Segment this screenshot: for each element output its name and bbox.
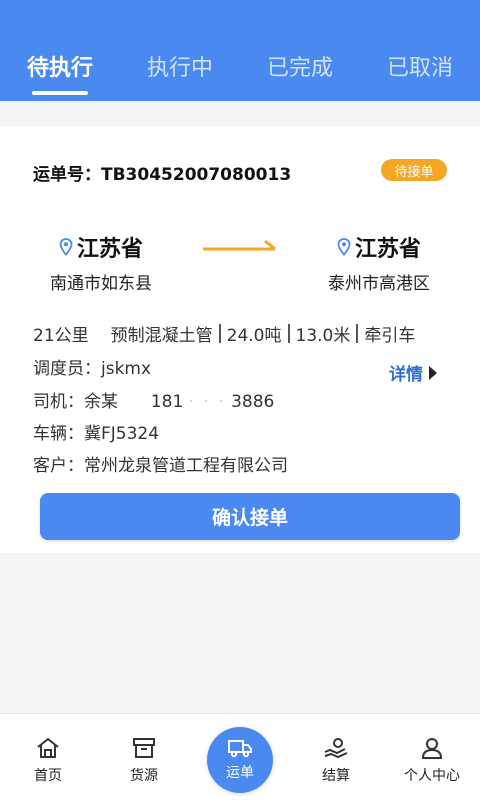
nav-settlement-label: 结算 [322,768,350,784]
tab-in-progress[interactable]: 执行中 [120,0,240,101]
driver-phone-mask: · · · [188,392,226,412]
order-number-row: 运单号：TB30452007080013 [33,160,291,185]
nav-waybill[interactable]: 运单 [207,727,273,793]
destination-location: 江苏省 泰州市高港区 [323,231,435,294]
person-icon [421,738,443,759]
origin-city: 南通市如东县 [50,274,152,294]
top-tab-bar: 待执行 执行中 已完成 已取消 [0,0,480,101]
vehicle-type: 牵引车 [364,326,416,346]
distance: 21公里 [33,326,89,346]
driver-info: 司机：余某 181 · · · 3886 [33,387,274,412]
origin-province: 江苏省 [76,237,143,262]
status-badge: 待接单 [381,159,447,181]
origin-location: 江苏省 南通市如东县 [45,231,157,294]
detail-link[interactable]: 详情 [389,360,437,385]
vehicle-info: 车辆：冀FJ5324 [33,424,160,444]
cargo-weight: 24.0吨 [226,326,282,346]
driver-phone-end: 3886 [231,392,275,412]
location-pin-icon [337,238,351,256]
active-tab-indicator [32,91,88,95]
tab-in-progress-label: 执行中 [146,56,213,81]
driver-phone-start: 181 [150,392,184,412]
dispatcher-info: 调度员：jskmx [33,359,152,379]
divider [356,324,359,343]
tab-pending-label: 待执行 [26,56,93,81]
order-number: TB30452007080013 [101,165,292,185]
nav-profile[interactable]: 个人中心 [384,714,480,801]
tab-cancelled-label: 已取消 [386,56,453,81]
truck-icon [228,740,252,758]
divider [218,324,221,343]
tab-cancelled[interactable]: 已取消 [360,0,480,101]
destination-province: 江苏省 [354,237,421,262]
caret-right-icon [429,365,437,380]
nav-settlement[interactable]: 结算 [288,714,384,801]
home-icon [37,738,59,758]
cargo-specs: 21公里 预制混凝土管 24.0吨 13.0米 牵引车 [33,321,415,346]
cargo-name: 预制混凝土管 [110,326,213,346]
nav-profile-label: 个人中心 [404,768,460,784]
route-arrow-icon [203,239,276,251]
tab-completed[interactable]: 已完成 [240,0,360,101]
location-pin-icon [59,238,73,256]
nav-waybill-label: 运单 [226,765,254,781]
tab-pending[interactable]: 待执行 [0,0,120,101]
confirm-order-button[interactable]: 确认接单 [40,493,460,540]
nav-cargo-label: 货源 [130,768,158,784]
destination-city: 泰州市高港区 [328,274,430,294]
order-number-label: 运单号： [33,165,101,185]
driver-name: 司机：余某 [33,392,118,412]
cargo-length: 13.0米 [295,326,351,346]
tab-completed-label: 已完成 [266,56,333,81]
customer-info: 客户：常州龙泉管道工程有限公司 [33,456,288,476]
settlement-icon [324,738,348,759]
divider [287,324,290,343]
nav-home[interactable]: 首页 [0,714,96,801]
box-icon [133,738,155,758]
order-card: 运单号：TB30452007080013 待接单 江苏省 南通市如东县 江苏省 … [0,126,480,553]
nav-cargo[interactable]: 货源 [96,714,192,801]
detail-label: 详情 [389,365,423,385]
nav-home-label: 首页 [34,768,62,784]
